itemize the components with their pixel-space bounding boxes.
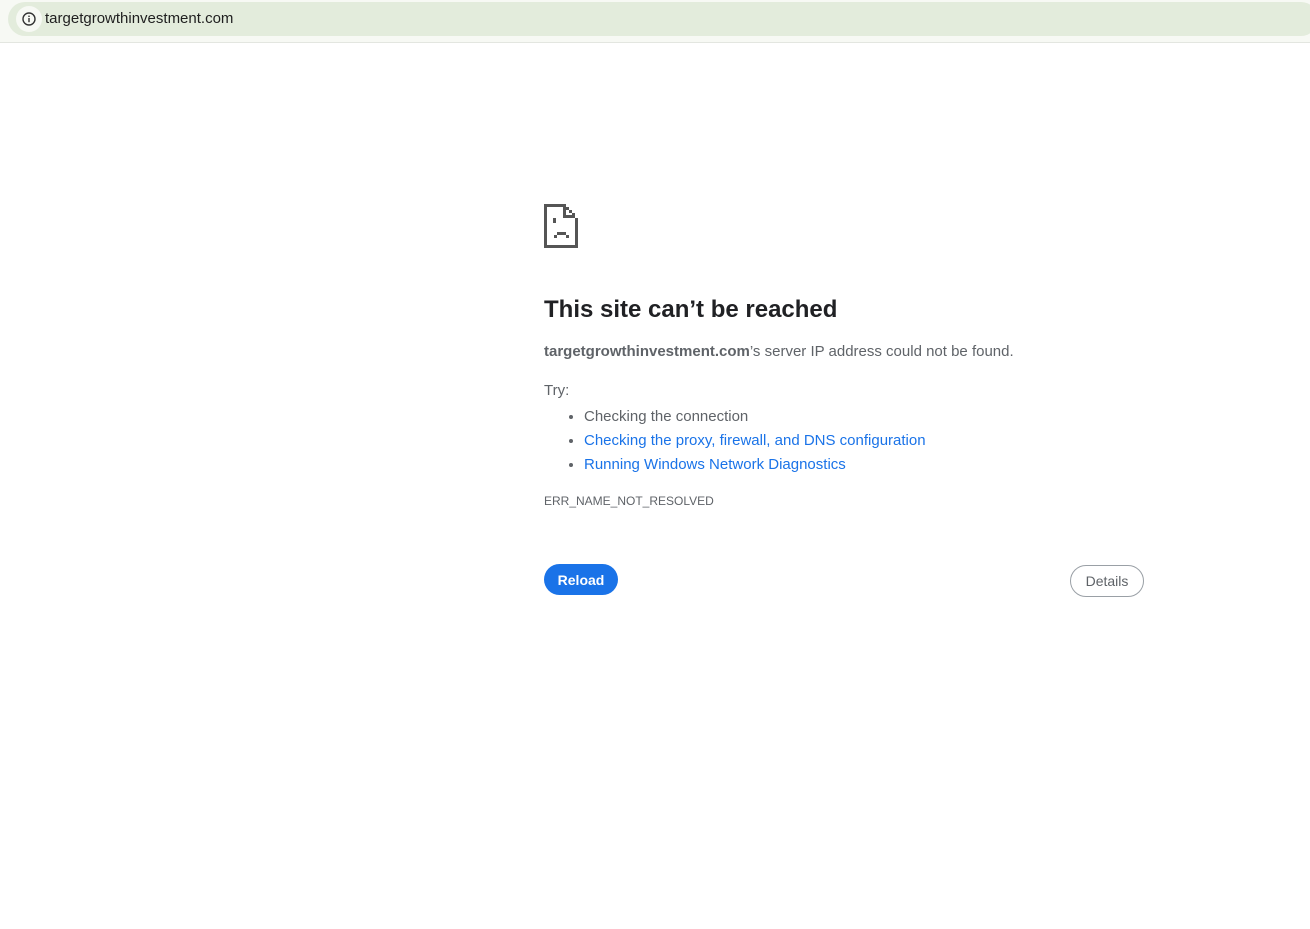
reload-button[interactable]: Reload [544,564,618,595]
error-message-text: ’s server IP address could not be found. [749,343,1014,360]
error-code: ERR_NAME_NOT_RESOLVED [544,494,714,508]
error-title: This site can’t be reached [544,296,838,323]
browser-toolbar: targetgrowthinvestment.com [0,0,1310,43]
proxy-firewall-dns-link[interactable]: Checking the proxy, firewall, and DNS co… [584,432,926,449]
details-button[interactable]: Details [1070,565,1144,597]
error-domain: targetgrowthinvestment.com [544,343,750,360]
url-text[interactable]: targetgrowthinvestment.com [45,10,233,27]
info-icon[interactable] [16,6,42,32]
suggestion-item: Running Windows Network Diagnostics [584,453,926,477]
sad-page-icon [544,204,578,253]
network-diagnostics-link[interactable]: Running Windows Network Diagnostics [584,456,846,473]
error-message: targetgrowthinvestment.com’s server IP a… [544,343,1014,360]
try-label: Try: [544,382,570,399]
suggestion-item: Checking the proxy, firewall, and DNS co… [584,429,926,453]
suggestions-list: Checking the connection Checking the pro… [544,405,926,477]
address-bar[interactable]: targetgrowthinvestment.com [8,2,1310,36]
suggestion-item: Checking the connection [584,405,926,429]
